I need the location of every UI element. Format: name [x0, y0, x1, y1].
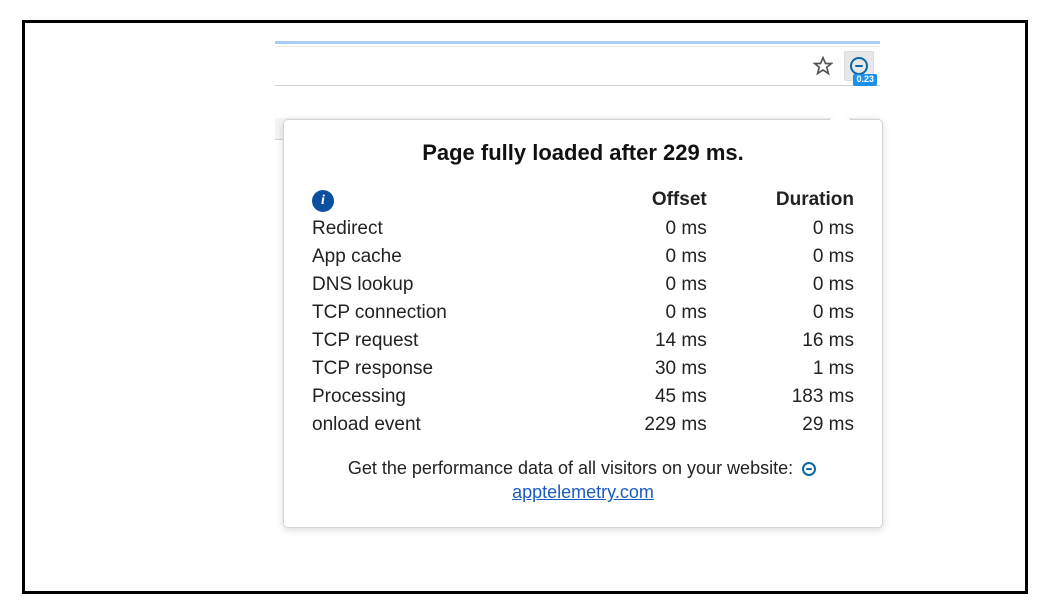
extension-button[interactable]: 0.23: [844, 51, 874, 81]
metric-duration: 0 ms: [709, 216, 854, 242]
table-row: TCP response 30 ms 1 ms: [312, 356, 854, 382]
table-row: App cache 0 ms 0 ms: [312, 244, 854, 270]
metric-duration: 0 ms: [709, 244, 854, 270]
apptelemetry-icon: [802, 462, 816, 476]
metric-offset: 0 ms: [561, 216, 706, 242]
metric-label: Processing: [312, 384, 559, 410]
extension-badge: 0.23: [853, 74, 877, 86]
table-row: Processing 45 ms 183 ms: [312, 384, 854, 410]
metric-offset: 30 ms: [561, 356, 706, 382]
table-row: TCP connection 0 ms 0 ms: [312, 300, 854, 326]
col-header-offset: Offset: [561, 186, 706, 214]
table-row: Redirect 0 ms 0 ms: [312, 216, 854, 242]
metric-label: DNS lookup: [312, 272, 559, 298]
timing-table: i Offset Duration Redirect 0 ms 0 ms App…: [310, 184, 856, 440]
info-icon[interactable]: i: [312, 190, 334, 212]
toolbar-accent: [275, 41, 880, 44]
metric-offset: 0 ms: [561, 300, 706, 326]
metric-offset: 45 ms: [561, 384, 706, 410]
metric-offset: 0 ms: [561, 272, 706, 298]
metric-label: Redirect: [312, 216, 559, 242]
bookmark-star-icon[interactable]: [812, 55, 834, 77]
metric-label: TCP response: [312, 356, 559, 382]
timing-popup: Page fully loaded after 229 ms. i Offset…: [283, 119, 883, 528]
metric-offset: 229 ms: [561, 412, 706, 438]
metric-duration: 0 ms: [709, 300, 854, 326]
table-header-row: i Offset Duration: [312, 186, 854, 214]
metric-duration: 1 ms: [709, 356, 854, 382]
footer-text: Get the performance data of all visitors…: [348, 458, 793, 478]
metric-duration: 0 ms: [709, 272, 854, 298]
metric-duration: 16 ms: [709, 328, 854, 354]
screenshot-frame: 0.23 Page fully loaded after 229 ms. i O…: [22, 20, 1028, 594]
extension-icon: [850, 57, 868, 75]
metric-label: TCP connection: [312, 300, 559, 326]
metric-label: onload event: [312, 412, 559, 438]
popup-footer: Get the performance data of all visitors…: [310, 456, 856, 505]
popup-title: Page fully loaded after 229 ms.: [310, 140, 856, 166]
metric-offset: 0 ms: [561, 244, 706, 270]
metric-duration: 29 ms: [709, 412, 854, 438]
col-header-duration: Duration: [709, 186, 854, 214]
metric-offset: 14 ms: [561, 328, 706, 354]
table-row: TCP request 14 ms 16 ms: [312, 328, 854, 354]
metric-label: TCP request: [312, 328, 559, 354]
metric-duration: 183 ms: [709, 384, 854, 410]
table-row: DNS lookup 0 ms 0 ms: [312, 272, 854, 298]
omnibox-row: 0.23: [275, 46, 880, 86]
table-row: onload event 229 ms 29 ms: [312, 412, 854, 438]
metric-label: App cache: [312, 244, 559, 270]
footer-link[interactable]: apptelemetry.com: [512, 482, 654, 502]
